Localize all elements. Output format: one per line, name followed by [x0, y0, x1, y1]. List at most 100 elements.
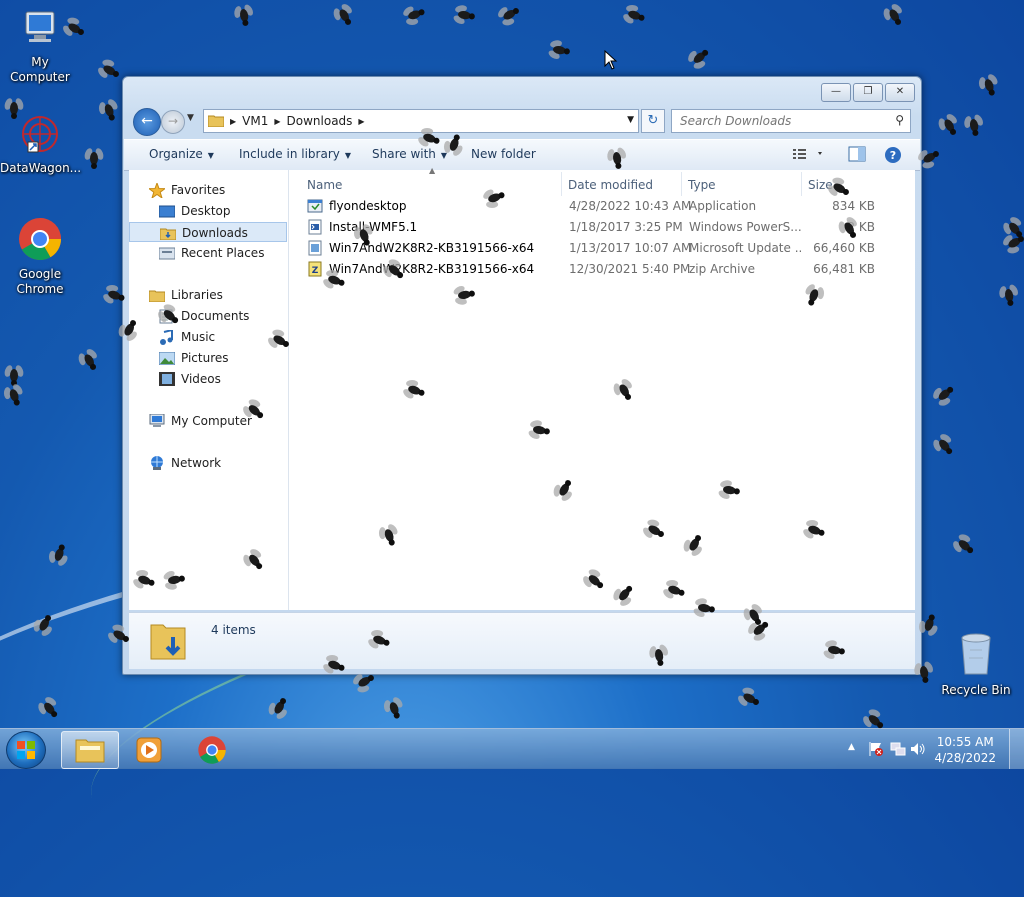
- file-date: 1/18/2017 3:25 PM: [569, 220, 683, 234]
- explorer-folder-icon: [75, 737, 105, 766]
- nav-pictures[interactable]: Pictures: [129, 348, 287, 368]
- share-with-button[interactable]: Share with ▼: [372, 147, 447, 161]
- breadcrumb-downloads[interactable]: Downloads: [287, 114, 353, 128]
- item-count: 4 items: [211, 623, 256, 637]
- file-row[interactable]: flyondesktop 4/28/2022 10:43 AM Applicat…: [301, 196, 901, 216]
- desktop-icon-recycle-bin[interactable]: Recycle Bin: [936, 630, 1016, 698]
- taskbar-media-player-button[interactable]: [121, 731, 177, 767]
- new-folder-button[interactable]: New folder: [471, 147, 536, 161]
- recent-pages-dropdown[interactable]: ▼: [187, 113, 194, 123]
- column-header-name[interactable]: Name: [307, 178, 342, 192]
- nav-videos[interactable]: Videos: [129, 369, 287, 389]
- pictures-icon: [158, 351, 176, 371]
- explorer-window: — ❐ ✕ ← → ▼ ▶ VM1 ▶ Downloads ▶ ▼ ↻ ⚲ Or…: [122, 76, 922, 675]
- fly-icon: [543, 38, 574, 63]
- file-size: 66,460 KB: [813, 241, 875, 255]
- column-divider[interactable]: [681, 172, 682, 196]
- file-row[interactable]: Install-WMF5.1 1/18/2017 3:25 PM Windows…: [301, 217, 901, 237]
- file-name: Win7AndW2K8R2-KB3191566-x64: [329, 262, 535, 276]
- search-icon[interactable]: ⚲: [895, 113, 904, 127]
- fly-icon: [933, 108, 964, 142]
- chrome-icon: [197, 735, 227, 768]
- details-pane: 4 items: [129, 612, 915, 669]
- volume-icon[interactable]: [910, 741, 926, 760]
- help-button[interactable]: ?: [884, 146, 902, 167]
- file-date: 1/13/2017 10:07 AM: [569, 241, 692, 255]
- desktop-icon-datawagon[interactable]: DataWagon...: [0, 112, 82, 176]
- column-header-size[interactable]: Size: [808, 178, 833, 192]
- breadcrumb-separator-icon[interactable]: ▶: [274, 117, 280, 126]
- mouse-cursor-icon: [604, 49, 618, 73]
- chrome-icon: [0, 216, 80, 265]
- breadcrumb-separator-icon[interactable]: ▶: [358, 117, 364, 126]
- taskbar-explorer-button[interactable]: [61, 731, 119, 769]
- column-header-type[interactable]: Type: [688, 178, 716, 192]
- system-tray: ▲ 10:55 AM 4/28/2022: [834, 729, 1024, 769]
- clock-date: 4/28/2022: [934, 751, 996, 765]
- file-date: 12/30/2021 5:40 PM: [569, 262, 691, 276]
- fly-icon: [927, 428, 960, 462]
- fly-icon: [682, 41, 716, 74]
- preview-pane-button[interactable]: [848, 146, 866, 165]
- fly-icon: [962, 109, 987, 140]
- nav-network[interactable]: Network: [129, 453, 287, 473]
- show-desktop-button[interactable]: [1009, 729, 1024, 769]
- breadcrumb-vm1[interactable]: VM1: [242, 114, 268, 128]
- nav-music[interactable]: Music: [129, 327, 287, 347]
- file-row[interactable]: Win7AndW2K8R2-KB3191566-x64 1/13/2017 10…: [301, 238, 901, 258]
- refresh-button[interactable]: ↻: [641, 109, 665, 133]
- change-view-button[interactable]: [792, 146, 826, 165]
- windows-logo-icon: [17, 741, 35, 762]
- search-box[interactable]: ⚲: [671, 109, 911, 133]
- file-list: Name ▲ Date modified Type Size flyondesk…: [289, 166, 915, 610]
- fly-icon: [92, 54, 126, 85]
- nav-downloads[interactable]: Downloads: [129, 222, 287, 242]
- nav-favorites[interactable]: Favorites: [129, 180, 287, 200]
- organize-button[interactable]: Organize ▼: [149, 147, 214, 161]
- address-dropdown-icon[interactable]: ▼: [627, 115, 634, 125]
- taskbar-chrome-button[interactable]: [185, 731, 241, 767]
- maximize-button[interactable]: ❐: [853, 83, 883, 102]
- network-status-icon[interactable]: [890, 741, 906, 760]
- computer-icon: [149, 413, 165, 434]
- nav-desktop[interactable]: Desktop: [129, 201, 287, 221]
- show-hidden-icons-icon[interactable]: ▲: [848, 742, 855, 752]
- fly-icon: [73, 343, 104, 377]
- libraries-icon: [148, 288, 166, 308]
- nav-documents[interactable]: Documents: [129, 306, 287, 326]
- column-divider[interactable]: [801, 172, 802, 196]
- breadcrumb-separator-icon[interactable]: ▶: [230, 117, 236, 126]
- close-button[interactable]: ✕: [885, 83, 915, 102]
- desktop-icon-label: DataWagon...: [0, 161, 82, 175]
- desktop-icon-my-computer[interactable]: My Computer: [0, 8, 80, 85]
- nav-recent-places[interactable]: Recent Places: [129, 243, 287, 263]
- sort-arrow-icon: ▲: [429, 166, 436, 175]
- desktop-icon-google-chrome[interactable]: Google Chrome: [0, 216, 80, 297]
- column-header-date[interactable]: Date modified: [568, 178, 653, 192]
- search-input[interactable]: [678, 113, 882, 129]
- fly-icon: [328, 0, 359, 32]
- fly-icon: [617, 1, 650, 29]
- media-player-icon: [136, 737, 162, 766]
- include-in-library-button[interactable]: Include in library ▼: [239, 147, 351, 161]
- forward-button[interactable]: →: [161, 110, 185, 134]
- address-bar[interactable]: ▶ VM1 ▶ Downloads ▶ ▼: [203, 109, 639, 133]
- file-size: 834 KB: [832, 199, 875, 213]
- fly-icon: [947, 528, 981, 561]
- column-divider[interactable]: [561, 172, 562, 196]
- fly-icon: [927, 378, 961, 411]
- fly-icon: [3, 361, 25, 389]
- computer-icon: [0, 8, 80, 53]
- start-button[interactable]: [6, 731, 46, 769]
- help-icon: ?: [884, 147, 902, 167]
- file-row[interactable]: Z Win7AndW2K8R2-KB3191566-x64 12/30/2021…: [301, 259, 901, 279]
- back-button[interactable]: ←: [133, 108, 161, 136]
- action-center-flag-icon[interactable]: [868, 741, 884, 760]
- nav-libraries[interactable]: Libraries: [129, 285, 287, 305]
- videos-icon: [159, 372, 175, 392]
- nav-my-computer[interactable]: My Computer: [129, 411, 287, 431]
- taskbar: ▲ 10:55 AM 4/28/2022: [0, 728, 1024, 769]
- clock[interactable]: 10:55 AM 4/28/2022: [934, 734, 996, 766]
- minimize-button[interactable]: —: [821, 83, 851, 102]
- fly-icon: [878, 0, 909, 32]
